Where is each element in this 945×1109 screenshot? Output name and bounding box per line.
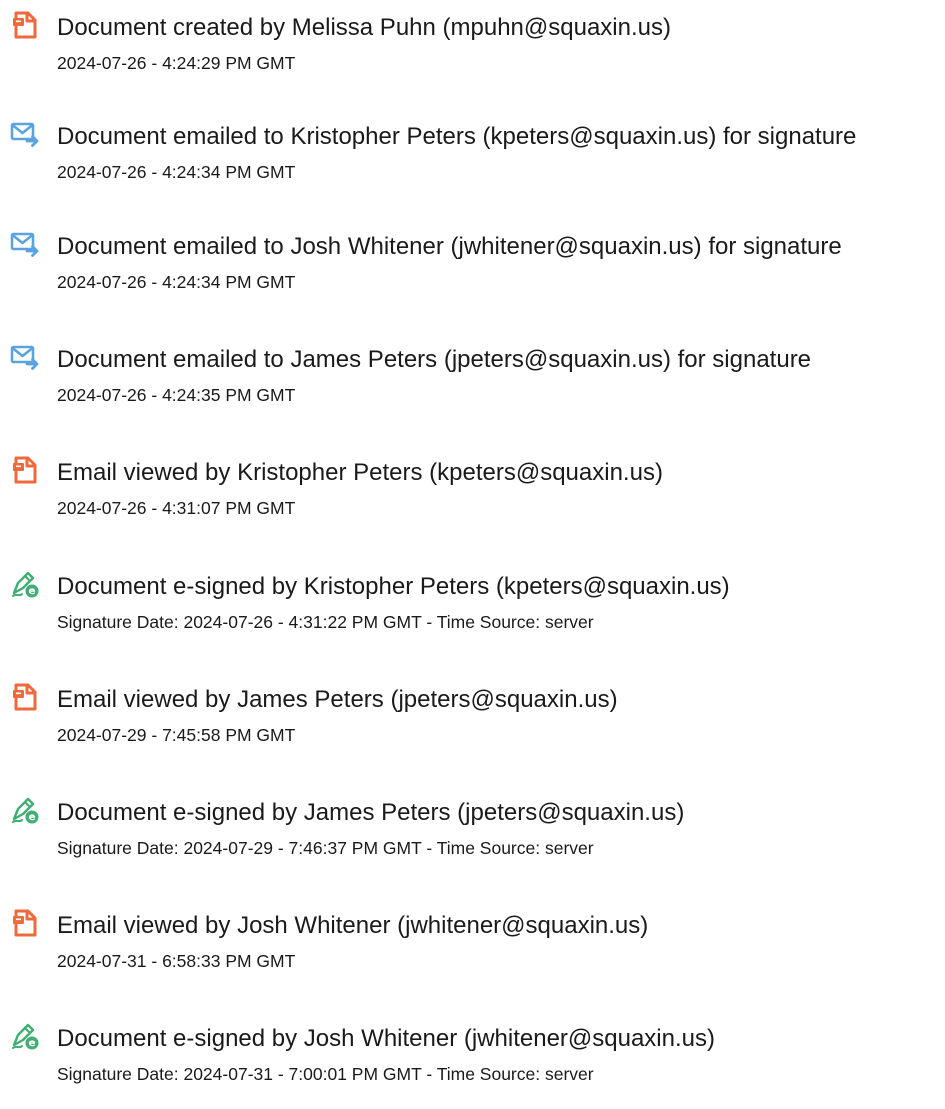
audit-event: Email viewed by Josh Whitener (jwhitener… [0, 906, 945, 996]
event-description: Document emailed to Kristopher Peters (k… [57, 123, 857, 150]
document-icon [10, 10, 40, 40]
email-sent-icon [10, 229, 40, 259]
document-icon [10, 682, 40, 712]
event-description: Document emailed to James Peters (jpeter… [57, 346, 812, 373]
audit-event: Email viewed by Kristopher Peters (kpete… [0, 453, 945, 543]
event-timestamp: Signature Date: 2024-07-31 - 7:00:01 PM … [57, 1064, 594, 1084]
event-description: Document e-signed by James Peters (jpete… [57, 799, 685, 826]
event-timestamp: 2024-07-26 - 4:24:34 PM GMT [57, 272, 296, 292]
event-timestamp: Signature Date: 2024-07-26 - 4:31:22 PM … [57, 612, 594, 632]
audit-event: Document emailed to James Peters (jpeter… [0, 340, 945, 430]
esign-icon [10, 1021, 40, 1051]
audit-event: Email viewed by James Peters (jpeters@sq… [0, 680, 945, 770]
event-description: Email viewed by Kristopher Peters (kpete… [57, 459, 663, 486]
event-description: Document created by Melissa Puhn (mpuhn@… [57, 14, 671, 41]
esign-icon [10, 569, 40, 599]
event-timestamp: 2024-07-26 - 4:24:35 PM GMT [57, 385, 296, 405]
document-icon [10, 455, 40, 485]
audit-event: Document emailed to Kristopher Peters (k… [0, 117, 945, 207]
event-timestamp: 2024-07-26 - 4:24:29 PM GMT [57, 53, 296, 73]
event-description: Email viewed by Josh Whitener (jwhitener… [57, 912, 649, 939]
event-timestamp: 2024-07-26 - 4:31:07 PM GMT [57, 498, 296, 518]
event-description: Email viewed by James Peters (jpeters@sq… [57, 686, 618, 713]
email-sent-icon [10, 119, 40, 149]
event-description: Document emailed to Josh Whitener (jwhit… [57, 233, 842, 260]
audit-event: Document e-signed by James Peters (jpete… [0, 793, 945, 883]
event-description: Document e-signed by Josh Whitener (jwhi… [57, 1025, 715, 1052]
event-timestamp: Signature Date: 2024-07-29 - 7:46:37 PM … [57, 838, 594, 858]
event-timestamp: 2024-07-26 - 4:24:34 PM GMT [57, 162, 296, 182]
audit-event: Document created by Melissa Puhn (mpuhn@… [0, 8, 945, 98]
email-sent-icon [10, 342, 40, 372]
event-timestamp: 2024-07-29 - 7:45:58 PM GMT [57, 725, 296, 745]
event-description: Document e-signed by Kristopher Peters (… [57, 573, 730, 600]
event-timestamp: 2024-07-31 - 6:58:33 PM GMT [57, 951, 296, 971]
esign-icon [10, 795, 40, 825]
audit-event: Document emailed to Josh Whitener (jwhit… [0, 227, 945, 317]
audit-event: Document e-signed by Josh Whitener (jwhi… [0, 1019, 945, 1109]
document-icon [10, 908, 40, 938]
audit-event: Document e-signed by Kristopher Peters (… [0, 567, 945, 657]
